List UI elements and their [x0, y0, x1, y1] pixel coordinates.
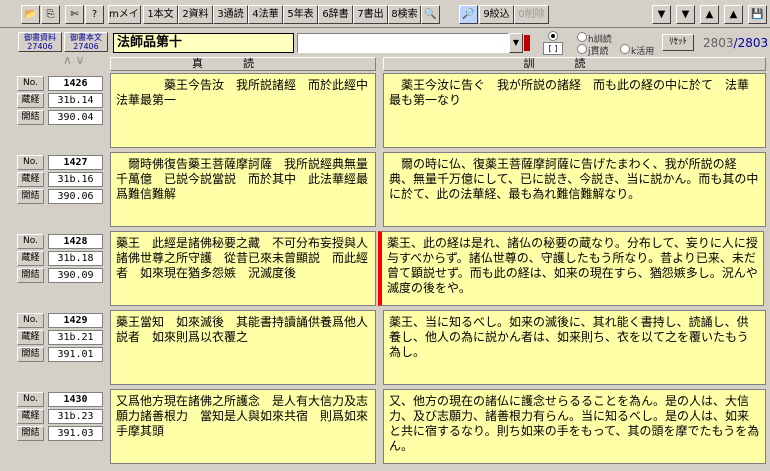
verse-number: 1427: [48, 155, 103, 170]
kaiketsu-value: 390.09: [48, 268, 103, 283]
zokyo-value: 31b.21: [48, 330, 103, 345]
mode-selector[interactable]: [ ]: [543, 42, 563, 55]
search-button[interactable]: 8検索: [388, 5, 421, 24]
kundoku-text[interactable]: 爾の時に仏、復薬王菩薩摩訶薩に告げたまわく、我が所説の経典、無量千万億にして、已…: [383, 152, 766, 227]
zokyo-value: 31b.23: [48, 409, 103, 424]
kaiketsu-value: 390.04: [48, 110, 103, 125]
reset-button[interactable]: ﾘｾｯﾄ: [662, 34, 694, 51]
kaiketsu-value: 391.01: [48, 347, 103, 362]
verse-row: No. 1428 蔵経 31b.18 開結 390.09 藥王 此經是諸佛秘要之…: [0, 231, 770, 306]
no-label: No.: [17, 392, 44, 407]
no-label: No.: [17, 234, 44, 249]
zokyo-label: 蔵経: [17, 409, 44, 424]
counter-total: /2803: [733, 36, 769, 50]
kandoku-radio[interactable]: [577, 44, 587, 54]
zokyo-label: 蔵経: [17, 93, 44, 108]
mode-radio-1[interactable]: [548, 31, 558, 41]
chevron-down-icon[interactable]: ▼: [509, 33, 523, 53]
menu-main-button[interactable]: mメイン: [108, 5, 141, 24]
scissors-icon[interactable]: ✄: [65, 5, 84, 24]
gosho-honbun-button[interactable]: 御書本文 27406: [64, 32, 108, 52]
verse-number: 1426: [48, 76, 103, 91]
kundoku-column-header: 訓読: [383, 57, 766, 71]
shindoku-text[interactable]: 藥王今告汝 我所説諸經 而於此經中 法華最第一: [110, 73, 376, 148]
shindoku-text[interactable]: 又爲他方現在諸佛之所護念 是人有大信力及志願力諸善根力 當知是人與如來共宿 則爲…: [110, 389, 376, 464]
export-icon[interactable]: 💾: [748, 5, 767, 24]
shindoku-text[interactable]: 藥王 此經是諸佛秘要之藏 不可分布妄授與人 諸佛世尊之所守護 從昔已來未曾顯説 …: [110, 231, 376, 306]
kaiketsu-label: 開結: [17, 110, 44, 125]
verse-row: No. 1429 蔵経 31b.21 開結 391.01 藥王當知 如來滅後 其…: [0, 310, 770, 385]
gosho-honbun-count: 27406: [73, 42, 99, 51]
shindoku-column-header: 真読: [110, 57, 376, 71]
verse-row: No. 1430 蔵経 31b.23 開結 391.03 又爲他方現在諸佛之所護…: [0, 389, 770, 464]
kundoku-text[interactable]: 薬王、此の経は是れ、諸仏の秘要の蔵なり。分布して、妄りに人に授与すべからず。諸仏…: [378, 231, 764, 306]
color-indicator: [524, 35, 530, 51]
first-record-icon[interactable]: ▼: [652, 5, 671, 24]
gosho-shiryo-label: 御書資料: [24, 33, 56, 42]
zokyo-value: 31b.16: [48, 172, 103, 187]
zokyo-label: 蔵経: [17, 172, 44, 187]
kundoku-radio[interactable]: [577, 32, 587, 42]
kaiketsu-label: 開結: [17, 347, 44, 362]
nenpyo-button[interactable]: 5年表: [283, 5, 318, 24]
kundoku-text[interactable]: 薬王今汝に告ぐ 我が所説の諸経 而も此の経の中に於て 法華最も第一なり: [383, 73, 766, 148]
toolbar: 📂 ⎘ ✄ ? mメイン 1本文 2資料 3通読 4法華 5年表 6辞書 7書出…: [0, 0, 770, 28]
search-input[interactable]: [297, 33, 509, 53]
kundoku-text[interactable]: 薬王、当に知るべし。如来の滅後に、其れ能く書持し、読誦し、供養し、他人の為に説か…: [383, 310, 766, 385]
no-label: No.: [17, 76, 44, 91]
verse-number: 1428: [48, 234, 103, 249]
magnifier-icon[interactable]: 🔍: [421, 5, 440, 24]
kaiketsu-value: 390.06: [48, 189, 103, 204]
zokyo-value: 31b.14: [48, 93, 103, 108]
kundoku-text[interactable]: 又、他方の現在の諸仏に護念せらるることを為ん。是の人は、大信力、及び志願力、諸善…: [383, 389, 766, 464]
chapter-title: 法師品第十: [113, 33, 294, 53]
no-label: No.: [17, 313, 44, 328]
kaiketsu-label: 開結: [17, 189, 44, 204]
print-icon[interactable]: ⎘: [41, 5, 60, 24]
shiryo-button[interactable]: 2資料: [178, 5, 213, 24]
katsuyo-radio[interactable]: [620, 44, 630, 54]
jisho-button[interactable]: 6辞書: [318, 5, 353, 24]
next-record-icon[interactable]: ▼: [676, 5, 695, 24]
counter-current: 2803: [703, 36, 734, 50]
zokyo-label: 蔵経: [17, 330, 44, 345]
sort-arrows-icon[interactable]: ∧ ∨: [63, 53, 84, 67]
shindoku-text[interactable]: 藥王當知 如來滅後 其能書持讀誦供養爲他人説者 如來則爲以衣覆之: [110, 310, 376, 385]
zokyo-value: 31b.18: [48, 251, 103, 266]
open-folder-icon[interactable]: 📂: [21, 5, 40, 24]
no-label: No.: [17, 155, 44, 170]
kaiketsu-label: 開結: [17, 426, 44, 441]
record-counter: 2803/2803: [703, 36, 768, 50]
kaiketsu-value: 391.03: [48, 426, 103, 441]
verse-number: 1430: [48, 392, 103, 407]
gosho-honbun-label: 御書本文: [70, 33, 102, 42]
kaiketsu-label: 開結: [17, 268, 44, 283]
verse-row: No. 1427 蔵経 31b.16 開結 390.06 爾時佛復告藥王菩薩摩訶…: [0, 152, 770, 227]
hokke-button[interactable]: 4法華: [248, 5, 283, 24]
shindoku-text[interactable]: 爾時佛復告藥王菩薩摩訶薩 我所説經典無量千萬億 已説今説當説 而於其中 此法華經…: [110, 152, 376, 227]
gosho-shiryo-count: 27406: [27, 42, 53, 51]
prev-record-icon[interactable]: ▲: [700, 5, 719, 24]
verse-number: 1429: [48, 313, 103, 328]
help-icon[interactable]: ?: [85, 5, 104, 24]
zokyo-label: 蔵経: [17, 251, 44, 266]
filter-search-icon[interactable]: 🔎: [459, 5, 478, 24]
tsudoku-button[interactable]: 3通読: [213, 5, 248, 24]
katsuyo-radio-label: k活用: [631, 47, 655, 57]
verse-row: No. 1426 蔵経 31b.14 開結 390.04 藥王今告汝 我所説諸經…: [0, 73, 770, 148]
sakujo-button[interactable]: 0削除: [514, 5, 549, 24]
honbun-button[interactable]: 1本文: [143, 5, 178, 24]
last-record-icon[interactable]: ▲: [724, 5, 743, 24]
gosho-shiryo-button[interactable]: 御書資料 27406: [18, 32, 62, 52]
shiborikomi-button[interactable]: 9絞込: [479, 5, 514, 24]
kandoku-radio-label: j貫読: [588, 47, 609, 57]
kakidashi-button[interactable]: 7書出: [353, 5, 388, 24]
